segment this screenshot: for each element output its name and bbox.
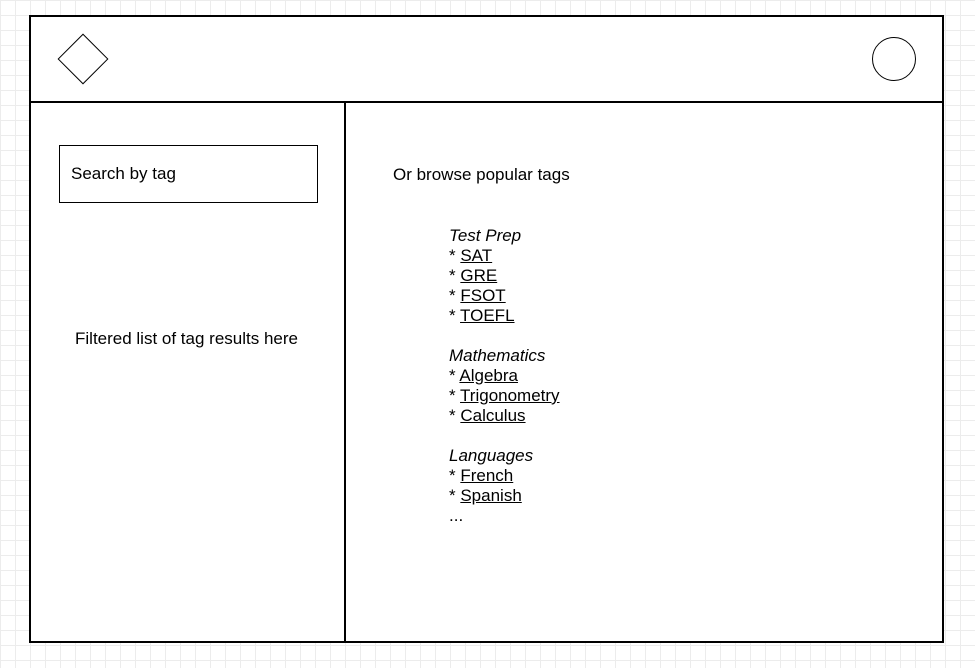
bullet: * (449, 266, 461, 285)
bullet: * (449, 466, 461, 485)
app-frame: Search by tag Filtered list of tag resul… (29, 15, 944, 643)
results-placeholder: Filtered list of tag results here (75, 329, 298, 348)
tag-link-french[interactable]: French (460, 466, 513, 485)
bullet: * (449, 366, 460, 385)
search-placeholder: Search by tag (71, 164, 176, 183)
tag-link-spanish[interactable]: Spanish (460, 486, 521, 505)
tag-group-languages: Languages * French * Spanish (449, 446, 560, 506)
search-pane: Search by tag Filtered list of tag resul… (31, 103, 346, 643)
group-title: Languages (449, 446, 534, 465)
tag-groups: Test Prep * SAT * GRE * FSOT * TOEFL Mat… (449, 226, 560, 526)
bullet: * (449, 286, 461, 305)
tag-item: * Calculus (449, 406, 560, 426)
tag-link-toefl[interactable]: TOEFL (460, 306, 514, 325)
tag-link-fsot[interactable]: FSOT (460, 286, 505, 305)
tag-item: * GRE (449, 266, 560, 286)
logo-diamond-icon[interactable] (57, 33, 109, 85)
bullet: * (449, 486, 461, 505)
tag-item: * French (449, 466, 560, 486)
avatar-circle-icon[interactable] (872, 37, 916, 81)
tag-link-gre[interactable]: GRE (460, 266, 497, 285)
bullet: * (449, 246, 461, 265)
tag-group-mathematics: Mathematics * Algebra * Trigonometry * C… (449, 346, 560, 426)
search-input[interactable]: Search by tag (59, 145, 318, 203)
tag-item: * SAT (449, 246, 560, 266)
tag-item: * Spanish (449, 486, 560, 506)
tag-link-trigonometry[interactable]: Trigonometry (460, 386, 560, 405)
header (31, 17, 942, 103)
tag-link-sat[interactable]: SAT (460, 246, 492, 265)
browse-pane: Or browse popular tags Test Prep * SAT *… (346, 103, 942, 643)
bullet: * (449, 306, 461, 325)
tag-group-test-prep: Test Prep * SAT * GRE * FSOT * TOEFL (449, 226, 560, 326)
bullet: * (449, 406, 461, 425)
bullet: * (449, 386, 461, 405)
browse-label: Or browse popular tags (393, 165, 570, 184)
tag-item: * Algebra (449, 366, 560, 386)
tag-item: * FSOT (449, 286, 560, 306)
group-title: Test Prep (449, 226, 522, 245)
group-title: Mathematics (449, 346, 546, 365)
tag-item: * TOEFL (449, 306, 560, 326)
more-tags-ellipsis: ... (449, 506, 464, 525)
tag-item: * Trigonometry (449, 386, 560, 406)
tag-link-algebra[interactable]: Algebra (459, 366, 518, 385)
tag-link-calculus[interactable]: Calculus (460, 406, 525, 425)
